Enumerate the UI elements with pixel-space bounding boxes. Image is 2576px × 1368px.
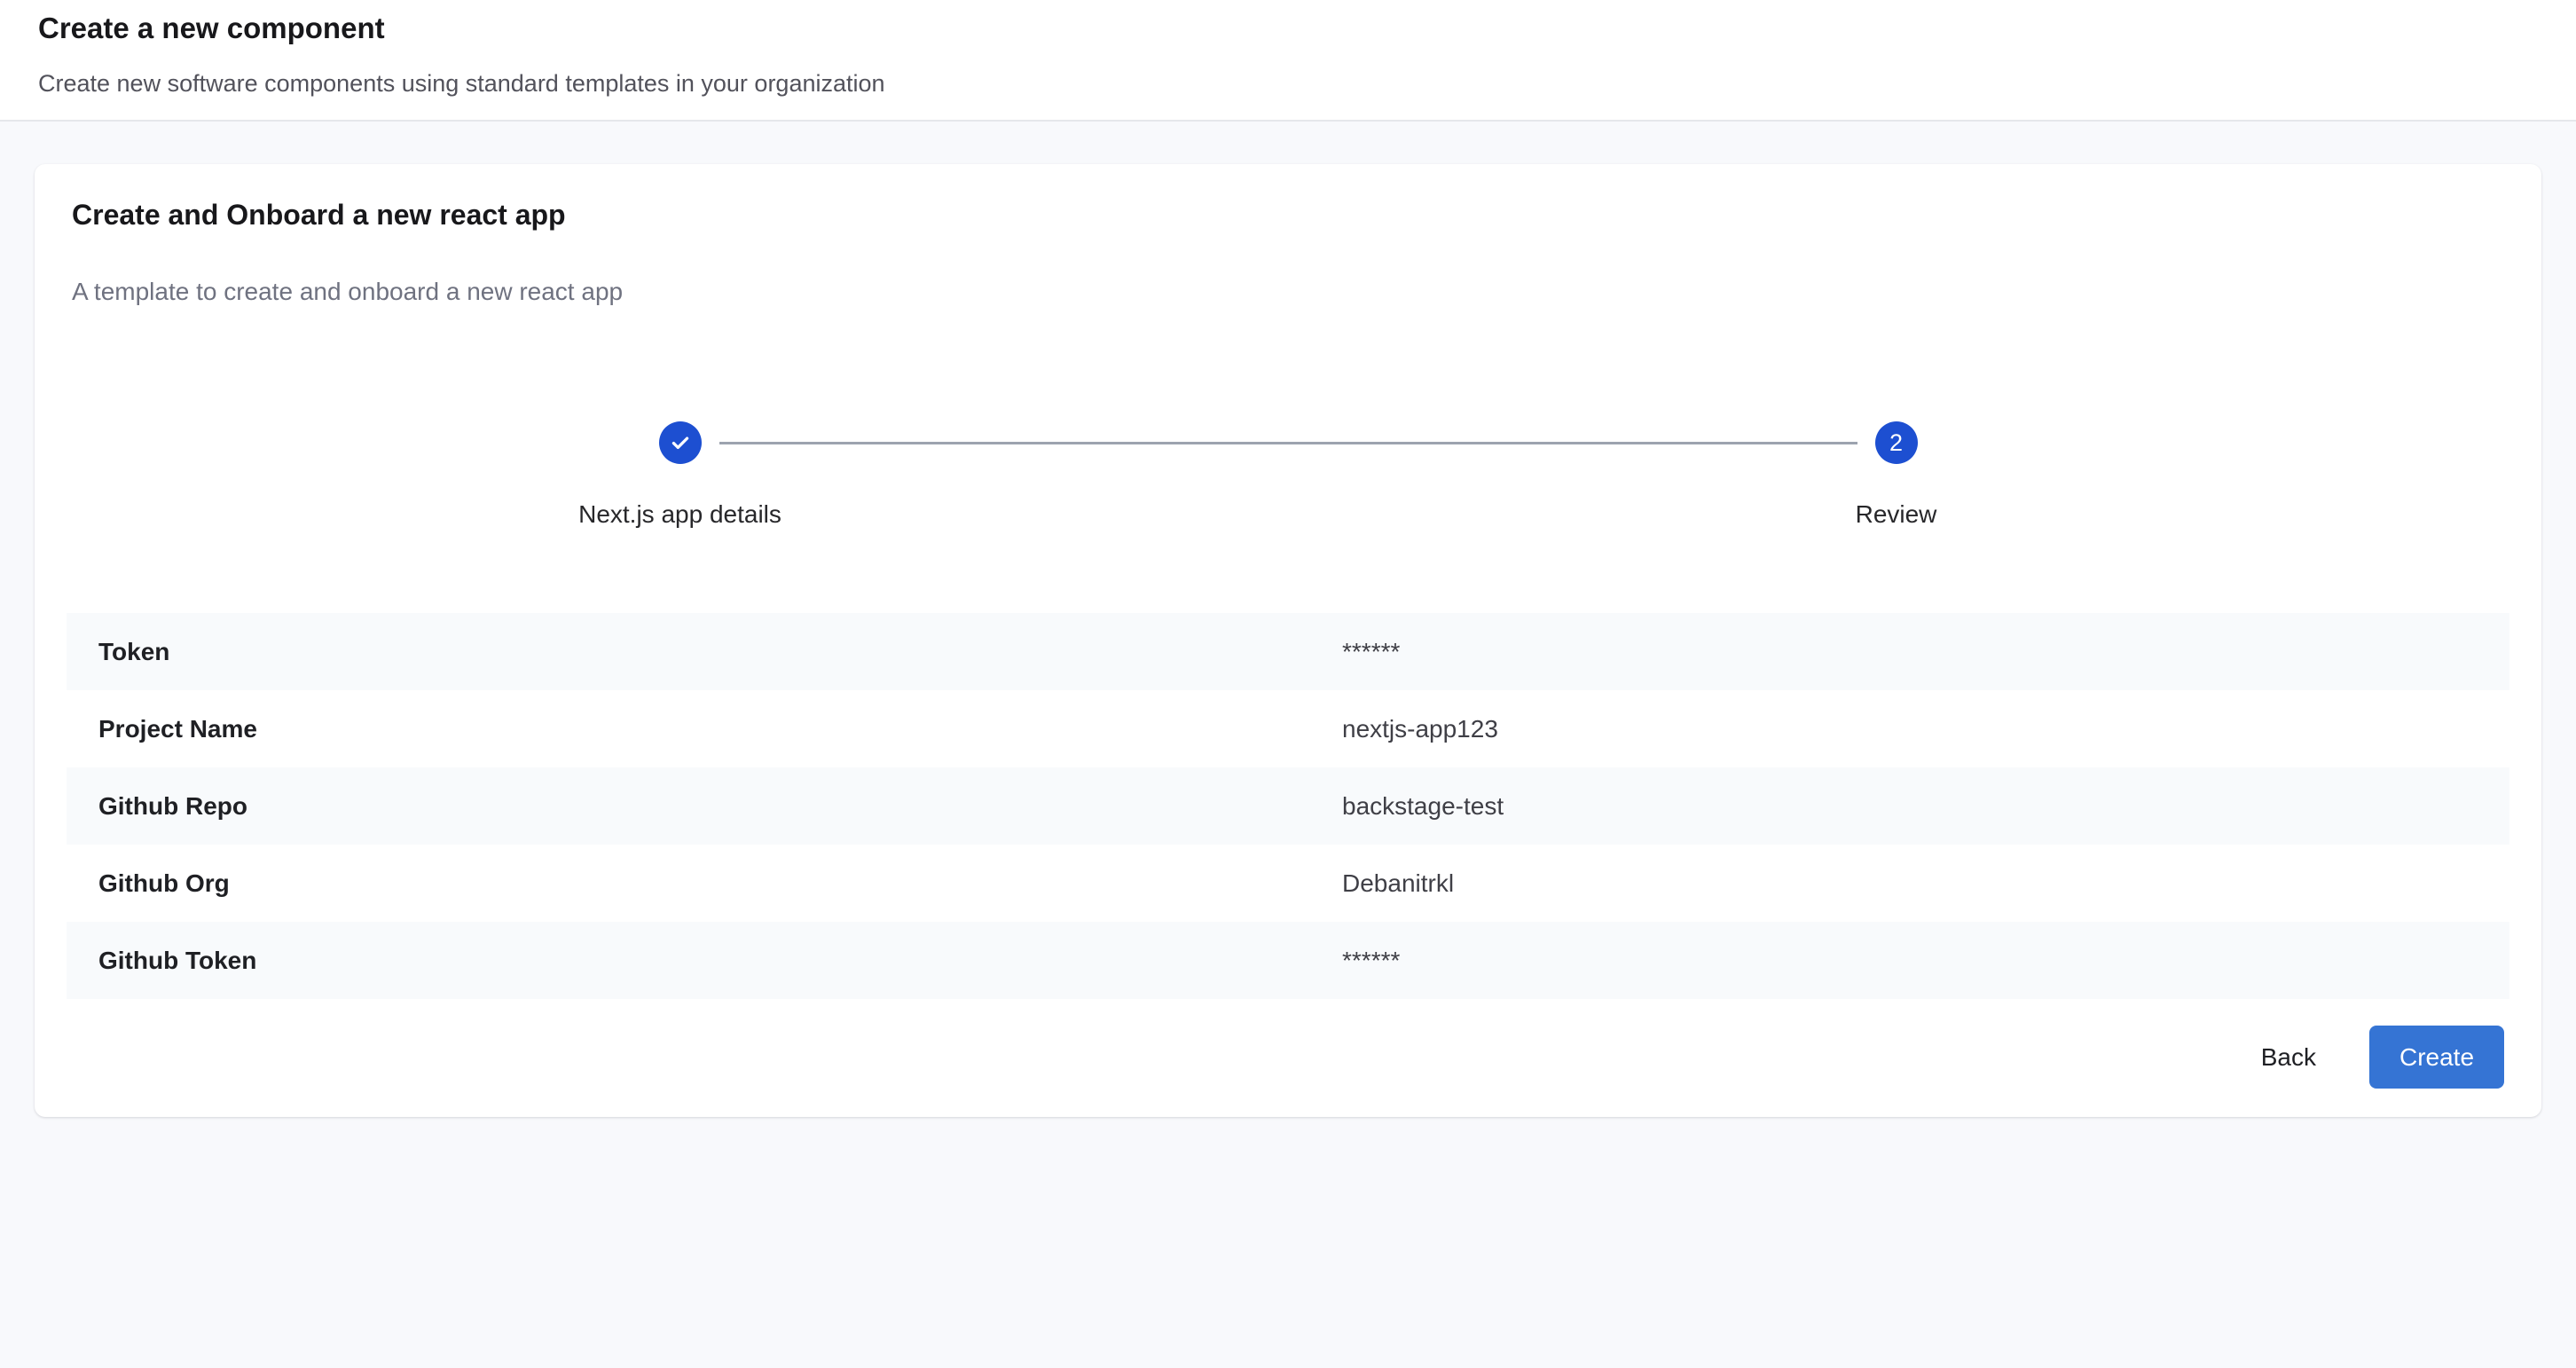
row-label: Token bbox=[98, 638, 1342, 666]
row-value: Debanitrkl bbox=[1342, 869, 2478, 898]
review-table: Token ****** Project Name nextjs-app123 … bbox=[67, 613, 2509, 999]
step-label: Next.js app details bbox=[578, 499, 781, 531]
table-row: Github Org Debanitrkl bbox=[67, 845, 2509, 922]
row-label: Github Token bbox=[98, 947, 1342, 975]
row-value: ****** bbox=[1342, 947, 2478, 975]
check-icon bbox=[669, 431, 692, 454]
template-subtitle: A template to create and onboard a new r… bbox=[72, 276, 2504, 308]
create-button[interactable]: Create bbox=[2369, 1026, 2504, 1089]
row-value: nextjs-app123 bbox=[1342, 715, 2478, 743]
row-label: Github Repo bbox=[98, 792, 1342, 821]
stepper-connector-line bbox=[719, 442, 1857, 444]
row-label: Github Org bbox=[98, 869, 1342, 898]
step-review: 2 Review bbox=[1288, 421, 2504, 531]
step-completed-circle bbox=[659, 421, 702, 464]
table-row: Project Name nextjs-app123 bbox=[67, 690, 2509, 767]
template-title: Create and Onboard a new react app bbox=[72, 196, 2504, 233]
row-value: ****** bbox=[1342, 638, 2478, 666]
step-active-circle: 2 bbox=[1875, 421, 1918, 464]
main-content: Create and Onboard a new react app A tem… bbox=[0, 122, 2576, 1160]
page-subtitle: Create new software components using sta… bbox=[38, 68, 2538, 99]
back-button[interactable]: Back bbox=[2247, 1033, 2330, 1082]
wizard-actions: Back Create bbox=[72, 1026, 2504, 1089]
table-row: Token ****** bbox=[67, 613, 2509, 690]
row-value: backstage-test bbox=[1342, 792, 2478, 821]
wizard-stepper: Next.js app details 2 Review bbox=[72, 421, 2504, 531]
template-wizard-card: Create and Onboard a new react app A tem… bbox=[35, 164, 2541, 1117]
table-row: Github Repo backstage-test bbox=[67, 767, 2509, 845]
step-label: Review bbox=[1856, 499, 1937, 531]
step-nextjs-app-details: Next.js app details bbox=[72, 421, 1288, 531]
table-row: Github Token ****** bbox=[67, 922, 2509, 999]
step-number: 2 bbox=[1889, 429, 1903, 457]
row-label: Project Name bbox=[98, 715, 1342, 743]
page-title: Create a new component bbox=[38, 11, 2538, 46]
page-header: Create a new component Create new softwa… bbox=[0, 0, 2576, 122]
